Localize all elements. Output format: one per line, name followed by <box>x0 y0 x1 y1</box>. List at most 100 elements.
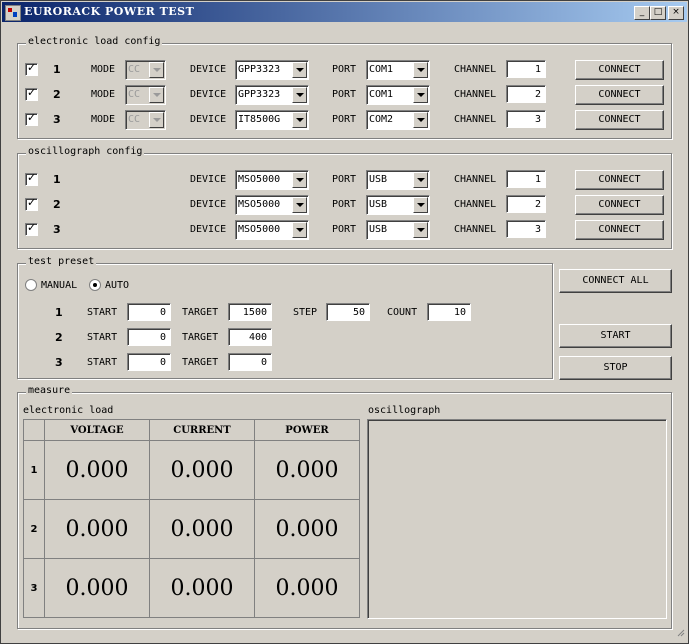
table-row: 1 0.000 0.000 0.000 <box>23 440 360 500</box>
dropdown-arrow-icon <box>292 62 307 78</box>
resize-grip-icon[interactable] <box>677 629 685 637</box>
start-button[interactable]: START <box>559 324 672 348</box>
eload-1-mode-select: CC <box>125 60 166 80</box>
device-label: DEVICE <box>190 64 227 75</box>
osc-1-channel-input[interactable]: 1 <box>506 170 546 188</box>
manual-radio[interactable] <box>25 279 37 291</box>
table-row: 2 0.000 0.000 0.000 <box>23 499 360 559</box>
osc-2-device-select[interactable]: MSO5000 <box>235 195 309 215</box>
osc-3-port-select[interactable]: USB <box>366 220 430 240</box>
osc-1-number: 1 <box>53 173 61 186</box>
dropdown-arrow-icon <box>149 112 164 128</box>
target-label: TARGET <box>182 357 219 368</box>
osc-3-checkbox[interactable]: ✓ <box>25 221 38 236</box>
voltage-value: 0.000 <box>44 440 150 500</box>
eload-1-port-select[interactable]: COM1 <box>366 60 430 80</box>
osc-3-device-select[interactable]: MSO5000 <box>235 220 309 240</box>
channel-label: CHANNEL <box>454 224 497 235</box>
preset-3-target-input[interactable]: 0 <box>228 353 272 371</box>
device-label: DEVICE <box>190 199 227 210</box>
mode-label: MODE <box>91 89 116 100</box>
current-value: 0.000 <box>149 499 255 559</box>
current-value: 0.000 <box>149 440 255 500</box>
osc-3-connect-button[interactable]: CONNECT <box>575 220 664 240</box>
dropdown-arrow-icon <box>292 87 307 103</box>
eload-2-port-select[interactable]: COM1 <box>366 85 430 105</box>
eload-1-checkbox[interactable]: ✓ <box>25 61 38 76</box>
window-title: EURORACK POWER TEST <box>24 5 195 18</box>
power-header: POWER <box>254 419 360 441</box>
dropdown-arrow-icon <box>149 87 164 103</box>
eload-3-port-select[interactable]: COM2 <box>366 110 430 130</box>
preset-3-number: 3 <box>55 356 63 369</box>
osc-3-number: 3 <box>53 223 61 236</box>
port-label: PORT <box>332 89 357 100</box>
eload-3-device-select[interactable]: IT8500G <box>235 110 309 130</box>
dropdown-arrow-icon <box>292 172 307 188</box>
osc-2-channel-input[interactable]: 2 <box>506 195 546 213</box>
eload-2-connect-button[interactable]: CONNECT <box>575 85 664 105</box>
port-label: PORT <box>332 199 357 210</box>
dropdown-arrow-icon <box>292 197 307 213</box>
title-bar[interactable]: EURORACK POWER TEST _ □ × <box>2 2 687 22</box>
preset-2-start-input[interactable]: 0 <box>127 328 171 346</box>
osc-config-title: oscillograph config <box>26 146 145 157</box>
row-header: 3 <box>23 558 45 618</box>
close-button[interactable]: × <box>668 6 684 20</box>
eload-1-device-select[interactable]: GPP3323 <box>235 60 309 80</box>
auto-label: AUTO <box>105 280 130 291</box>
auto-radio[interactable] <box>89 279 101 291</box>
port-label: PORT <box>332 64 357 75</box>
checkmark-icon: ✓ <box>27 111 37 124</box>
osc-1-checkbox[interactable]: ✓ <box>25 171 38 186</box>
osc-1-connect-button[interactable]: CONNECT <box>575 170 664 190</box>
osc-1-port-select[interactable]: USB <box>366 170 430 190</box>
minimize-button[interactable]: _ <box>634 6 650 20</box>
osc-2-checkbox[interactable]: ✓ <box>25 196 38 211</box>
port-label: PORT <box>332 224 357 235</box>
dropdown-arrow-icon <box>413 172 428 188</box>
osc-1-device-select[interactable]: MSO5000 <box>235 170 309 190</box>
preset-2-target-input[interactable]: 400 <box>228 328 272 346</box>
stop-button[interactable]: STOP <box>559 356 672 380</box>
manual-label: MANUAL <box>41 280 78 291</box>
preset-1-count-input[interactable]: 10 <box>427 303 471 321</box>
preset-1-step-input[interactable]: 50 <box>326 303 370 321</box>
start-label: START <box>87 307 118 318</box>
osc-2-connect-button[interactable]: CONNECT <box>575 195 664 215</box>
maximize-button[interactable]: □ <box>650 6 666 20</box>
eload-3-connect-button[interactable]: CONNECT <box>575 110 664 130</box>
eload-2-device-select[interactable]: GPP3323 <box>235 85 309 105</box>
voltage-value: 0.000 <box>44 558 150 618</box>
preset-3-start-input[interactable]: 0 <box>127 353 171 371</box>
preset-1-number: 1 <box>55 306 63 319</box>
eload-1-connect-button[interactable]: CONNECT <box>575 60 664 80</box>
dropdown-arrow-icon <box>413 222 428 238</box>
eload-3-checkbox[interactable]: ✓ <box>25 111 38 126</box>
voltage-header: VOLTAGE <box>44 419 150 441</box>
channel-label: CHANNEL <box>454 199 497 210</box>
dropdown-arrow-icon <box>413 197 428 213</box>
measurement-table: VOLTAGE CURRENT POWER 1 0.000 0.000 0.00… <box>23 419 360 618</box>
dropdown-arrow-icon <box>413 112 428 128</box>
osc-2-port-select[interactable]: USB <box>366 195 430 215</box>
connect-all-button[interactable]: CONNECT ALL <box>559 269 672 293</box>
preset-1-target-input[interactable]: 1500 <box>228 303 272 321</box>
oscillograph-label: oscillograph <box>368 405 441 416</box>
eload-2-channel-input[interactable]: 2 <box>506 85 546 103</box>
mode-label: MODE <box>91 114 116 125</box>
corner-header <box>23 419 45 441</box>
osc-3-channel-input[interactable]: 3 <box>506 220 546 238</box>
start-label: START <box>87 332 118 343</box>
target-label: TARGET <box>182 307 219 318</box>
eload-3-channel-input[interactable]: 3 <box>506 110 546 128</box>
port-label: PORT <box>332 114 357 125</box>
device-label: DEVICE <box>190 89 227 100</box>
preset-1-start-input[interactable]: 0 <box>127 303 171 321</box>
channel-label: CHANNEL <box>454 174 497 185</box>
current-value: 0.000 <box>149 558 255 618</box>
checkmark-icon: ✓ <box>27 61 37 74</box>
eload-2-checkbox[interactable]: ✓ <box>25 86 38 101</box>
start-label: START <box>87 357 118 368</box>
eload-1-channel-input[interactable]: 1 <box>506 60 546 78</box>
